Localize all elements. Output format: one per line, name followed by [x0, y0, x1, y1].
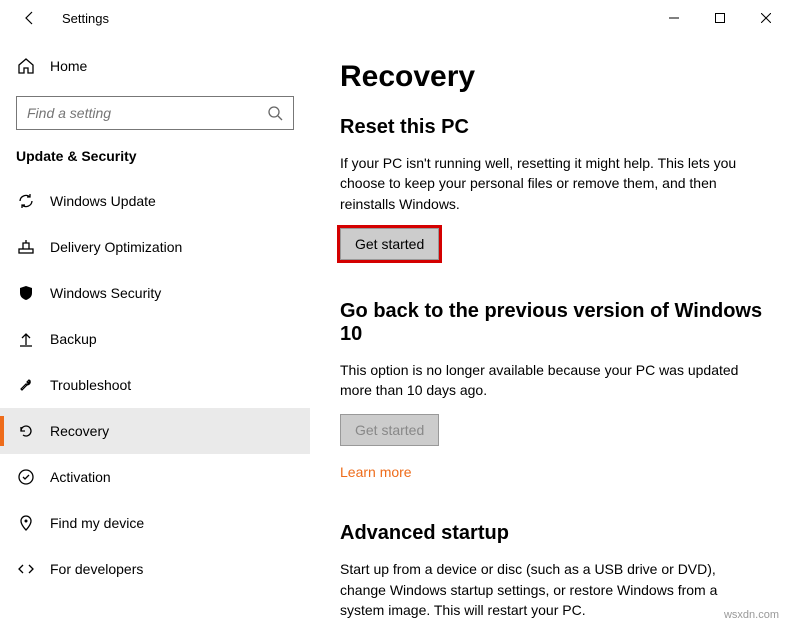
reset-get-started-button[interactable]: Get started [340, 228, 439, 260]
sidebar-item-label: Backup [50, 331, 97, 347]
advanced-heading: Advanced startup [340, 522, 765, 545]
maximize-button[interactable] [697, 2, 743, 34]
sidebar-item-windows-security[interactable]: Windows Security [0, 270, 310, 316]
goback-get-started-button: Get started [340, 414, 439, 446]
reset-heading: Reset this PC [340, 116, 765, 139]
search-icon [267, 105, 283, 121]
minimize-button[interactable] [651, 2, 697, 34]
sidebar-item-activation[interactable]: Activation [0, 454, 310, 500]
home-link[interactable]: Home [16, 46, 310, 86]
sidebar-item-windows-update[interactable]: Windows Update [0, 178, 310, 224]
learn-more-link[interactable]: Learn more [340, 464, 412, 480]
sidebar-item-label: For developers [50, 561, 143, 577]
minimize-icon [669, 13, 679, 23]
close-button[interactable] [743, 2, 789, 34]
section-header: Update & Security [16, 148, 310, 164]
delivery-icon [16, 238, 36, 256]
arrow-left-icon [22, 10, 38, 26]
goback-section: Go back to the previous version of Windo… [340, 300, 765, 483]
search-box[interactable] [16, 96, 294, 130]
maximize-icon [715, 13, 725, 23]
goback-body: This option is no longer available becau… [340, 360, 760, 401]
home-label: Home [50, 58, 87, 74]
advanced-section: Advanced startup Start up from a device … [340, 522, 765, 620]
page-title: Recovery [340, 60, 765, 94]
watermark: wsxdn.com [724, 609, 779, 621]
goback-heading: Go back to the previous version of Windo… [340, 300, 765, 346]
reset-body: If your PC isn't running well, resetting… [340, 153, 760, 214]
main-panel: Recovery Reset this PC If your PC isn't … [310, 36, 789, 627]
back-button[interactable] [16, 10, 44, 26]
backup-icon [16, 330, 36, 348]
close-icon [761, 13, 771, 23]
home-icon [16, 57, 36, 75]
sidebar-item-label: Find my device [50, 515, 144, 531]
sidebar-item-label: Delivery Optimization [50, 239, 182, 255]
sidebar-item-backup[interactable]: Backup [0, 316, 310, 362]
sidebar-item-label: Windows Update [50, 193, 156, 209]
window-title: Settings [62, 11, 109, 26]
code-icon [16, 560, 36, 578]
title-bar: Settings [0, 0, 789, 36]
reset-section: Reset this PC If your PC isn't running w… [340, 116, 765, 260]
sidebar-item-troubleshoot[interactable]: Troubleshoot [0, 362, 310, 408]
sidebar-item-delivery-optimization[interactable]: Delivery Optimization [0, 224, 310, 270]
sidebar-item-label: Troubleshoot [50, 377, 131, 393]
advanced-body: Start up from a device or disc (such as … [340, 559, 760, 620]
sidebar-item-label: Activation [50, 469, 111, 485]
sidebar-item-label: Recovery [50, 423, 109, 439]
check-circle-icon [16, 468, 36, 486]
wrench-icon [16, 376, 36, 394]
window-controls [651, 2, 789, 34]
shield-icon [16, 284, 36, 302]
search-input[interactable] [27, 105, 267, 121]
recovery-icon [16, 422, 36, 440]
location-icon [16, 514, 36, 532]
nav-list: Windows Update Delivery Optimization Win… [0, 178, 310, 592]
sidebar-item-label: Windows Security [50, 285, 161, 301]
sidebar: Home Update & Security Windows Update De… [0, 36, 310, 627]
sidebar-item-find-my-device[interactable]: Find my device [0, 500, 310, 546]
sync-icon [16, 192, 36, 210]
sidebar-item-recovery[interactable]: Recovery [0, 408, 310, 454]
sidebar-item-for-developers[interactable]: For developers [0, 546, 310, 592]
